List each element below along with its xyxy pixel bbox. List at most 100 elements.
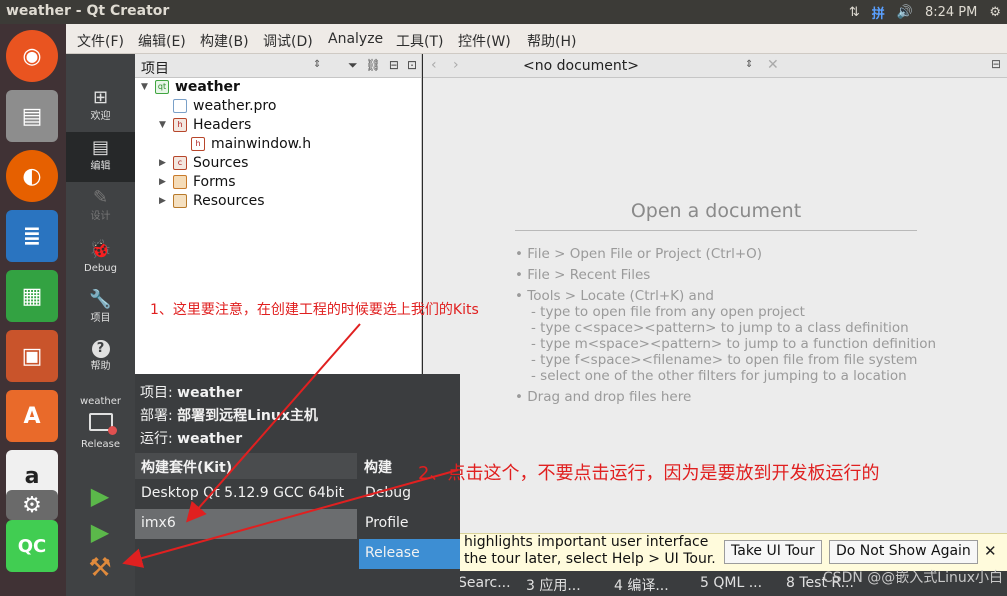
project-pane-title[interactable]: 项目: [141, 58, 169, 78]
network-icon[interactable]: ⇅: [849, 5, 860, 20]
kit-selector-popup: 项目: weather 部署: 部署到远程Linux主机 运行: weather…: [135, 374, 460, 596]
document-selector[interactable]: <no document>: [523, 58, 639, 74]
expand-arrow-icon[interactable]: ▼: [159, 120, 173, 130]
build-item-profile[interactable]: Profile: [359, 509, 460, 539]
window-title: weather - Qt Creator: [6, 3, 170, 19]
ubuntu-icon[interactable]: ◉: [6, 30, 58, 82]
menu-controls[interactable]: 控件(W): [458, 31, 511, 51]
tree-item-weather[interactable]: ▼ qt weather: [141, 79, 240, 95]
document-icon: ▤: [91, 137, 109, 158]
menu-bar: 文件(F) 编辑(E) 构建(B) 调试(D) Analyze 工具(T) 控件…: [66, 24, 1007, 54]
do-not-show-again-button[interactable]: Do Not Show Again: [829, 540, 978, 564]
tour-message-line: highlights important user interface: [464, 534, 709, 550]
output-tab-search[interactable]: Searc...: [458, 575, 511, 591]
debug-run-button[interactable]: ▶: [80, 514, 120, 550]
tree-item-sources[interactable]: ▶ c Sources: [159, 155, 248, 171]
tree-item-label: Headers: [193, 117, 252, 133]
tour-message: highlights important user interface the …: [464, 534, 716, 568]
hint-line: - select one of the other filters for ju…: [531, 368, 907, 384]
mode-edit[interactable]: ▤ 编辑: [66, 132, 135, 182]
menu-build[interactable]: 构建(B): [200, 31, 249, 51]
output-tab-application[interactable]: 3 应用...: [526, 575, 581, 595]
calc-icon[interactable]: ▦: [6, 270, 58, 322]
mode-label: Debug: [84, 263, 117, 274]
forward-icon[interactable]: ›: [453, 57, 459, 73]
output-tab-compile[interactable]: 4 编译...: [614, 575, 669, 595]
view-selector-icon[interactable]: ⇕: [313, 59, 321, 70]
files-icon[interactable]: ▤: [6, 90, 58, 142]
input-method-icon[interactable]: 拼: [872, 3, 885, 22]
mode-design[interactable]: ✎ 设计: [66, 182, 135, 232]
tree-item-label: weather.pro: [193, 98, 277, 114]
hint-line: • Drag and drop files here: [515, 389, 692, 405]
impress-icon[interactable]: ▣: [6, 330, 58, 382]
grid-icon: ⊞: [92, 87, 109, 108]
volume-icon[interactable]: 🔊: [897, 5, 913, 20]
folder-icon: c: [173, 156, 187, 170]
tree-item-pro[interactable]: weather.pro: [159, 98, 276, 114]
settings-icon[interactable]: ⚙: [6, 490, 58, 520]
split-icon[interactable]: ⊟: [389, 58, 399, 73]
folder-icon: [173, 175, 187, 189]
build-hammer-icon[interactable]: ⚒: [80, 550, 120, 586]
tree-item-resources[interactable]: ▶ Resources: [159, 193, 265, 209]
menu-file[interactable]: 文件(F): [77, 31, 124, 51]
menu-help[interactable]: 帮助(H): [527, 31, 576, 51]
tree-item-label: mainwindow.h: [211, 136, 312, 152]
close-document-icon[interactable]: ✕: [767, 57, 779, 73]
close-icon[interactable]: ✕: [984, 542, 997, 560]
project-pane-header: 项目 ⇕ ⏷ ⛓ ⊟ ⊡: [135, 54, 421, 78]
kit-item-desktop[interactable]: Desktop Qt 5.12.9 GCC 64bit: [135, 479, 357, 509]
take-ui-tour-button[interactable]: Take UI Tour: [724, 540, 822, 564]
expand-arrow-icon[interactable]: ▶: [159, 196, 173, 206]
output-tab-qml[interactable]: 5 QML ...: [700, 575, 762, 591]
menu-debug[interactable]: 调试(D): [263, 31, 313, 51]
hint-line: • Tools > Locate (Ctrl+K) and: [515, 288, 714, 304]
expand-arrow-icon[interactable]: ▶: [159, 158, 173, 168]
document-dropdown-icon[interactable]: ⇕: [745, 59, 753, 70]
hint-line: - type m<space><pattern> to jump to a fu…: [531, 336, 937, 352]
mode-label: 帮助: [90, 361, 111, 372]
link-icon[interactable]: ⛓: [366, 58, 381, 73]
run-button[interactable]: ▶: [80, 478, 120, 514]
target-selector[interactable]: weather Release: [66, 390, 135, 470]
tree-item-mainwindow-h[interactable]: h mainwindow.h: [177, 136, 311, 152]
tree-item-forms[interactable]: ▶ Forms: [159, 174, 236, 190]
qtcreator-icon[interactable]: QC: [6, 520, 58, 572]
mode-welcome[interactable]: ⊞ 欢迎: [66, 82, 135, 132]
expand-arrow-icon[interactable]: ▶: [159, 177, 173, 187]
clock[interactable]: 8:24 PM: [925, 5, 977, 20]
bug-icon: 🐞: [89, 239, 112, 260]
mode-help[interactable]: ? 帮助: [66, 334, 135, 384]
kit-item-imx6[interactable]: imx6: [135, 509, 357, 539]
mode-debug[interactable]: 🐞 Debug: [66, 234, 135, 284]
software-icon[interactable]: A: [6, 390, 58, 442]
close-pane-icon[interactable]: ⊡: [407, 58, 417, 73]
hint-line: - type f<space><filename> to open file f…: [531, 352, 918, 368]
launcher: ◉ ▤ ◐ ≣ ▦ ▣ A a ⚙ QC: [0, 24, 66, 596]
mode-projects[interactable]: 🔧 项目: [66, 284, 135, 334]
writer-icon[interactable]: ≣: [6, 210, 58, 262]
tree-item-label: Sources: [193, 155, 249, 171]
menu-analyze[interactable]: Analyze: [328, 31, 383, 47]
mode-label: 项目: [90, 313, 111, 324]
build-item-release[interactable]: Release: [359, 539, 460, 569]
menu-edit[interactable]: 编辑(E): [138, 31, 186, 51]
popup-deploy-row: 部署: 部署到远程Linux主机: [140, 405, 318, 425]
target-project: weather: [80, 396, 121, 407]
lock-folder-icon: [173, 194, 187, 208]
back-icon[interactable]: ‹: [431, 57, 437, 73]
menu-tools[interactable]: 工具(T): [396, 31, 443, 51]
tree-item-headers[interactable]: ▼ h Headers: [159, 117, 251, 133]
hint-line: • File > Open File or Project (Ctrl+O): [515, 246, 763, 262]
filter-icon[interactable]: ⏷: [348, 58, 358, 73]
popup-key: 部署:: [140, 408, 173, 424]
firefox-icon[interactable]: ◐: [6, 150, 58, 202]
expand-arrow-icon[interactable]: ▼: [141, 82, 155, 92]
popup-run-row: 运行: weather: [140, 428, 242, 448]
pencil-icon: ✎: [92, 187, 109, 208]
watermark: CSDN @@嵌入式Linux小白: [822, 570, 1003, 586]
top-panel: weather - Qt Creator ⇅ 拼 🔊 8:24 PM ⚙: [0, 0, 1007, 24]
power-icon[interactable]: ⚙: [989, 5, 1001, 20]
split-editor-icon[interactable]: ⊟: [991, 57, 1001, 71]
